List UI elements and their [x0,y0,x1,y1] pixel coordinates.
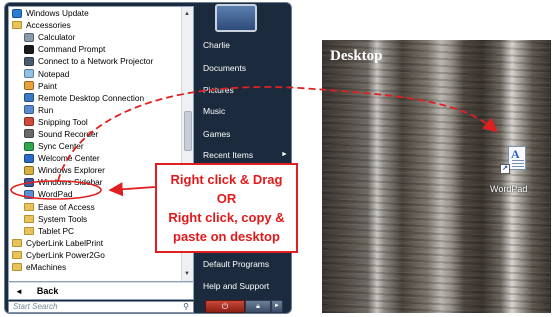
program-item-label: Remote Desktop Connection [38,92,145,103]
sidebar-icon [23,177,35,187]
folder-icon [11,262,23,272]
wordpad-shortcut-icon[interactable]: A ↗ [498,142,528,178]
program-item[interactable]: Command Prompt [9,43,181,55]
start-menu-right-pane: Charlie Documents Pictures Music Games R… [197,3,291,313]
folder-icon [11,238,23,248]
right-item-help-and-support[interactable]: Help and Support [203,281,269,291]
program-item[interactable]: Remote Desktop Connection [9,92,181,104]
right-item-recent-items[interactable]: Recent Items [203,150,253,160]
recent-items-chevron-icon: ► [281,151,288,158]
program-item[interactable]: Run [9,104,181,116]
program-item[interactable]: Sound Recorder [9,128,181,140]
right-item-music[interactable]: Music [203,106,225,116]
lock-button[interactable]: 🔒︎ [245,300,271,313]
command-prompt-icon [23,44,35,54]
search-icon[interactable]: ⚲ [183,302,189,312]
run-icon [23,105,35,115]
callout-line-1: Right click & Drag [170,172,283,187]
windows-update-icon [11,8,23,18]
scroll-down-icon[interactable]: ▼ [184,271,190,277]
program-item-label: Windows Sidebar [38,177,103,188]
program-item[interactable]: Paint [9,80,181,92]
program-item-label: Paint [38,80,57,91]
program-item-label: WordPad [38,189,73,200]
folder-icon [23,226,35,236]
desktop-preview: Desktop A ↗ WordPad [322,40,551,313]
calculator-icon [23,32,35,42]
welcome-center-icon [23,153,35,163]
program-item[interactable]: Windows Update [9,7,181,19]
program-item[interactable]: eMachines [9,261,181,273]
desktop-title: Desktop [330,48,383,64]
right-item-pictures[interactable]: Pictures [203,85,234,95]
wordpad-icon [23,189,35,199]
sync-icon [23,141,35,151]
paint-icon [23,81,35,91]
program-item-label: Tablet PC [38,225,74,236]
program-item-label: Welcome Center [38,153,100,164]
right-item-user[interactable]: Charlie [203,40,230,50]
program-item[interactable]: Accessories [9,19,181,31]
user-picture[interactable] [215,4,257,32]
power-controls: ⏻ 🔒︎ ► [205,300,283,313]
program-item[interactable]: Sync Center [9,140,181,152]
power-icon: ⏻ [221,302,229,311]
notepad-icon [23,69,35,79]
program-item-label: Calculator [38,32,76,43]
program-item-label: Snipping Tool [38,116,88,127]
folder-icon [23,214,35,224]
power-options-button[interactable]: ► [271,300,283,313]
program-item-label: CyberLink Power2Go [26,249,105,260]
program-item-label: Notepad [38,68,70,79]
program-item-label: Sound Recorder [38,128,99,139]
program-item-label: Ease of Access [38,201,95,212]
program-item[interactable]: Connect to a Network Projector [9,55,181,67]
right-item-default-programs[interactable]: Default Programs [203,259,269,269]
lock-icon: 🔒︎ [256,303,260,310]
callout-line-4: paste on desktop [173,229,280,244]
instruction-callout: Right click & Drag OR Right click, copy … [155,163,298,253]
program-item-label: Accessories [26,20,71,31]
folder-icon [11,250,23,260]
callout-line-3: Right click, copy & [168,210,285,225]
microphone-icon [23,129,35,139]
program-item-label: CyberLink LabelPrint [26,237,104,248]
wordpad-shortcut-label[interactable]: WordPad [490,184,527,194]
scissors-icon [23,117,35,127]
shortcut-arrow-icon: ↗ [500,164,510,174]
program-item-label: Windows Update [26,8,89,19]
program-item-label: System Tools [38,213,88,224]
program-item[interactable]: Snipping Tool [9,116,181,128]
program-item[interactable]: Notepad [9,67,181,79]
remote-desktop-icon [23,93,35,103]
right-item-documents[interactable]: Documents [203,63,246,73]
power-button[interactable]: ⏻ [205,300,245,313]
program-item-label: Sync Center [38,141,84,152]
program-item-label: eMachines [26,262,67,273]
explorer-icon [23,165,35,175]
program-item-label: Connect to a Network Projector [38,56,154,67]
scroll-up-icon[interactable]: ▲ [184,11,190,17]
right-item-games[interactable]: Games [203,129,230,139]
back-button[interactable]: ◄ Back [8,282,194,300]
program-item-label: Run [38,104,54,115]
document-icon: A [508,146,526,170]
folder-icon [11,20,23,30]
folder-icon [23,202,35,212]
back-arrow-icon: ◄ [15,286,23,296]
projector-icon [23,56,35,66]
program-item[interactable]: Calculator [9,31,181,43]
program-item-label: Windows Explorer [38,165,105,176]
program-item-label: Command Prompt [38,44,106,55]
search-placeholder: Start Search [13,302,58,311]
start-search-input[interactable]: Start Search ⚲ [8,301,194,313]
start-menu: Windows Update Accessories Calculator Comma… [4,2,292,314]
callout-line-2: OR [216,191,237,206]
arrow-right-icon: ► [274,303,280,309]
scroll-thumb[interactable] [184,111,192,151]
back-label: Back [36,286,59,296]
